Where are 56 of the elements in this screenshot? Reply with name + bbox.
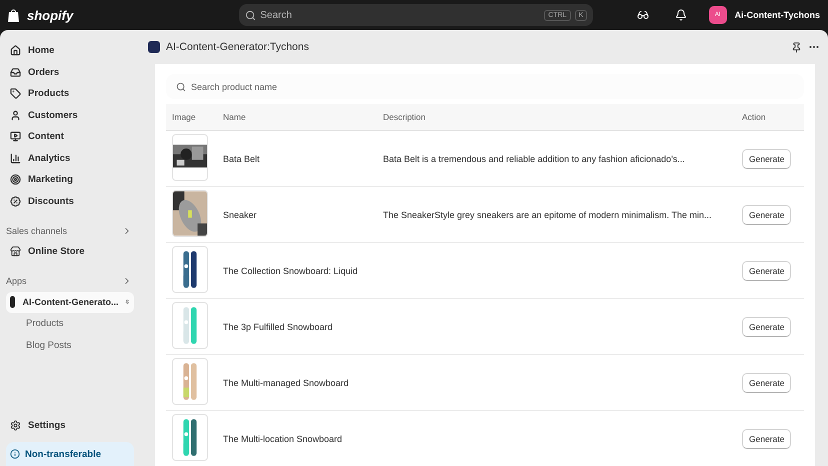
generate-button[interactable]: Generate: [742, 372, 792, 392]
info-icon: [10, 449, 20, 459]
store-icon: [10, 246, 21, 258]
column-header: Action: [742, 112, 767, 122]
table-cell-text: Sneaker: [223, 210, 258, 220]
search-icon: [245, 10, 256, 20]
generate-button[interactable]: Generate: [742, 204, 792, 224]
target-icon: [10, 174, 21, 186]
table-cell: The SneakerStyle grey sneakers are an epitome of modern minimalism. The min...: [383, 210, 712, 220]
monitor-icon: [10, 131, 21, 142]
column-header: Image: [172, 112, 197, 122]
sidebar-item[interactable]: Content: [6, 126, 134, 148]
shopping-bag-icon: [8, 8, 19, 22]
table-cell-text: Bata Belt: [223, 154, 261, 164]
app-icon: [10, 296, 16, 308]
sidekick-icon[interactable]: [636, 9, 649, 21]
generate-button[interactable]: Generate: [742, 316, 792, 336]
column-header: Description: [383, 112, 427, 122]
table-cell-text: The 3p Fulfilled Snowboard: [223, 322, 334, 332]
sidebar-item[interactable]: Home: [6, 40, 134, 62]
bar-chart-icon: [10, 152, 21, 164]
sidebar-item[interactable]: Settings: [6, 414, 134, 436]
pin-icon[interactable]: [791, 42, 802, 52]
section-title: Sales channels: [6, 226, 68, 236]
settings-icon: [10, 420, 21, 431]
store-name[interactable]: Ai-Content-Tychons: [734, 10, 820, 20]
page-title: AI-Content-Generator:Tychons: [166, 41, 310, 53]
sidebar-item[interactable]: Blog Posts: [6, 334, 134, 356]
sidebar-item[interactable]: Products: [6, 83, 134, 104]
sidebar-item[interactable]: Marketing: [6, 169, 134, 190]
percent-badge-icon: [10, 196, 21, 207]
bell-icon[interactable]: [674, 9, 687, 21]
table-cell-text: The Collection Snowboard: Liquid: [223, 266, 359, 276]
generate-button[interactable]: Generate: [742, 260, 792, 280]
table-cell-text: The Multi-location Snowboard: [223, 434, 344, 444]
table-cell-text: The Multi-managed Snowboard: [223, 378, 350, 388]
app-icon: [148, 41, 160, 53]
generate-button[interactable]: Generate: [742, 148, 792, 168]
section-title: Apps: [6, 276, 27, 286]
notice-banner: Non-transferable: [6, 442, 134, 466]
sidebar-item[interactable]: AI-Content-Generato...: [6, 292, 134, 313]
sidebar-item[interactable]: Analytics: [6, 148, 134, 169]
home-icon: [10, 45, 21, 56]
sidebar-item[interactable]: Online Store: [6, 241, 134, 262]
search-icon: [176, 82, 186, 92]
logo-text: shopify: [27, 8, 74, 22]
inbox-icon: [10, 66, 21, 78]
tag-icon: [10, 88, 21, 100]
sidebar-item[interactable]: Products: [6, 313, 134, 334]
table-cell: Bata Belt is a tremendous and reliable addition to any fashion aficionado's...: [383, 154, 685, 164]
sidebar-item[interactable]: Orders: [6, 62, 134, 83]
sidebar-item[interactable]: Discounts: [6, 190, 134, 212]
sidebar-item[interactable]: Customers: [6, 104, 134, 126]
generate-button[interactable]: Generate: [742, 428, 792, 448]
column-header: Name: [223, 112, 247, 122]
person-icon: [10, 110, 21, 121]
